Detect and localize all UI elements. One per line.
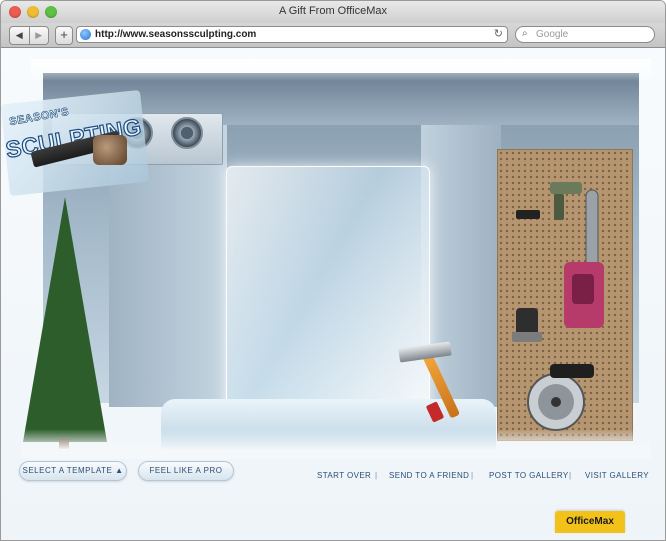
forward-button[interactable]: ▶	[28, 27, 49, 44]
logo-chainsaw-body	[93, 135, 127, 165]
browser-window: A Gift From OfficeMax ◀ ▶ + http://www.s…	[0, 0, 666, 541]
window-title: A Gift From OfficeMax	[279, 5, 387, 17]
christmas-tree-icon	[23, 197, 107, 442]
tool-pegboard	[497, 149, 633, 441]
drill-icon[interactable]	[516, 182, 582, 220]
address-bar[interactable]: http://www.seasonssculpting.com ↻	[76, 26, 508, 43]
ice-block[interactable]	[226, 166, 430, 420]
search-icon: ⌕	[522, 28, 528, 39]
history-nav: ◀ ▶	[9, 26, 49, 45]
tool-set	[512, 182, 604, 431]
add-bookmark-button[interactable]: +	[55, 26, 73, 45]
officemax-logo[interactable]: OfficeMax	[555, 511, 625, 533]
post-to-gallery-link[interactable]: POST TO GALLERY	[489, 471, 569, 480]
browser-toolbar: ◀ ▶ + http://www.seasonssculpting.com ↻ …	[1, 23, 665, 48]
title-bar: A Gift From OfficeMax	[1, 1, 665, 24]
search-placeholder[interactable]: Google	[536, 29, 568, 40]
chainsaw-icon[interactable]	[564, 189, 604, 328]
frost-edge-bottom	[21, 429, 651, 459]
nav-separator: |	[471, 471, 474, 480]
search-field[interactable]: ⌕ Google	[515, 26, 655, 43]
nav-separator: |	[569, 471, 572, 480]
sander-icon[interactable]	[512, 308, 542, 342]
nav-separator: |	[375, 471, 378, 480]
back-button[interactable]: ◀	[10, 27, 29, 44]
visit-gallery-link[interactable]: VISIT GALLERY	[585, 471, 649, 480]
frost-edge	[31, 59, 651, 81]
select-template-button[interactable]: SELECT A TEMPLATE ▲	[19, 461, 127, 481]
reload-icon[interactable]: ↻	[494, 27, 503, 40]
fan-icon	[171, 117, 203, 149]
circular-saw-icon[interactable]	[527, 364, 594, 431]
globe-icon	[80, 29, 91, 40]
feel-like-pro-button[interactable]: FEEL LIKE A PRO	[138, 461, 234, 481]
start-over-link[interactable]: START OVER	[317, 471, 371, 480]
send-to-friend-link[interactable]: SEND TO A FRIEND	[389, 471, 469, 480]
url-text[interactable]: http://www.seasonssculpting.com	[95, 29, 256, 40]
